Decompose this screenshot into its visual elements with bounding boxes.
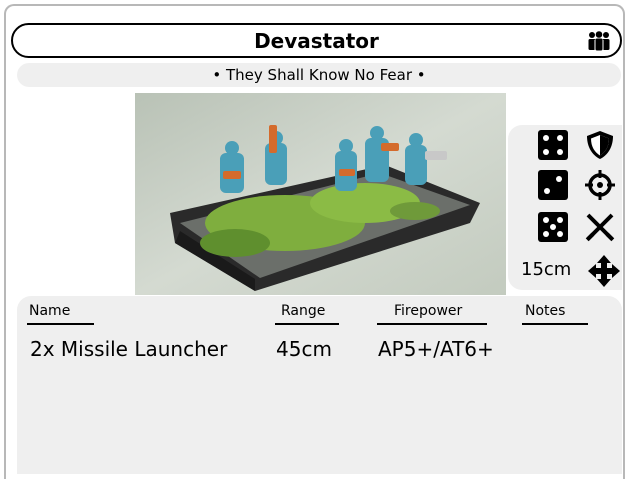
- shield-icon: [587, 131, 613, 159]
- weapon-name: 2x Missile Launcher: [30, 337, 228, 361]
- crossed-swords-icon: [585, 213, 615, 242]
- special-rule: • They Shall Know No Fear •: [212, 66, 426, 84]
- weapon-range: 45cm: [276, 337, 332, 361]
- header-notes: Notes: [525, 303, 566, 319]
- header-firepower: Firepower: [394, 303, 463, 319]
- header-name: Name: [29, 303, 71, 319]
- unit-photo: [135, 93, 506, 295]
- header-firepower-underline: [377, 323, 487, 325]
- header-range-underline: [275, 323, 339, 325]
- weapon-firepower: AP5+/AT6+: [378, 337, 494, 361]
- header-notes-underline: [522, 323, 588, 325]
- move-arrows-icon: [588, 255, 620, 287]
- special-rules-bar: • They Shall Know No Fear •: [17, 63, 621, 87]
- header-range: Range: [281, 303, 326, 319]
- unit-title-bar: Devastator: [11, 23, 622, 58]
- dice-five-icon: [538, 212, 568, 242]
- header-name-underline: [27, 323, 94, 325]
- miniatures-photo: [135, 93, 506, 295]
- infantry-group-icon: [588, 31, 610, 51]
- move-value: 15cm: [521, 259, 572, 280]
- unit-name: Devastator: [254, 29, 379, 53]
- dice-four-icon: [538, 130, 568, 160]
- crosshair-icon: [585, 170, 615, 200]
- dice-two-icon: [538, 170, 568, 200]
